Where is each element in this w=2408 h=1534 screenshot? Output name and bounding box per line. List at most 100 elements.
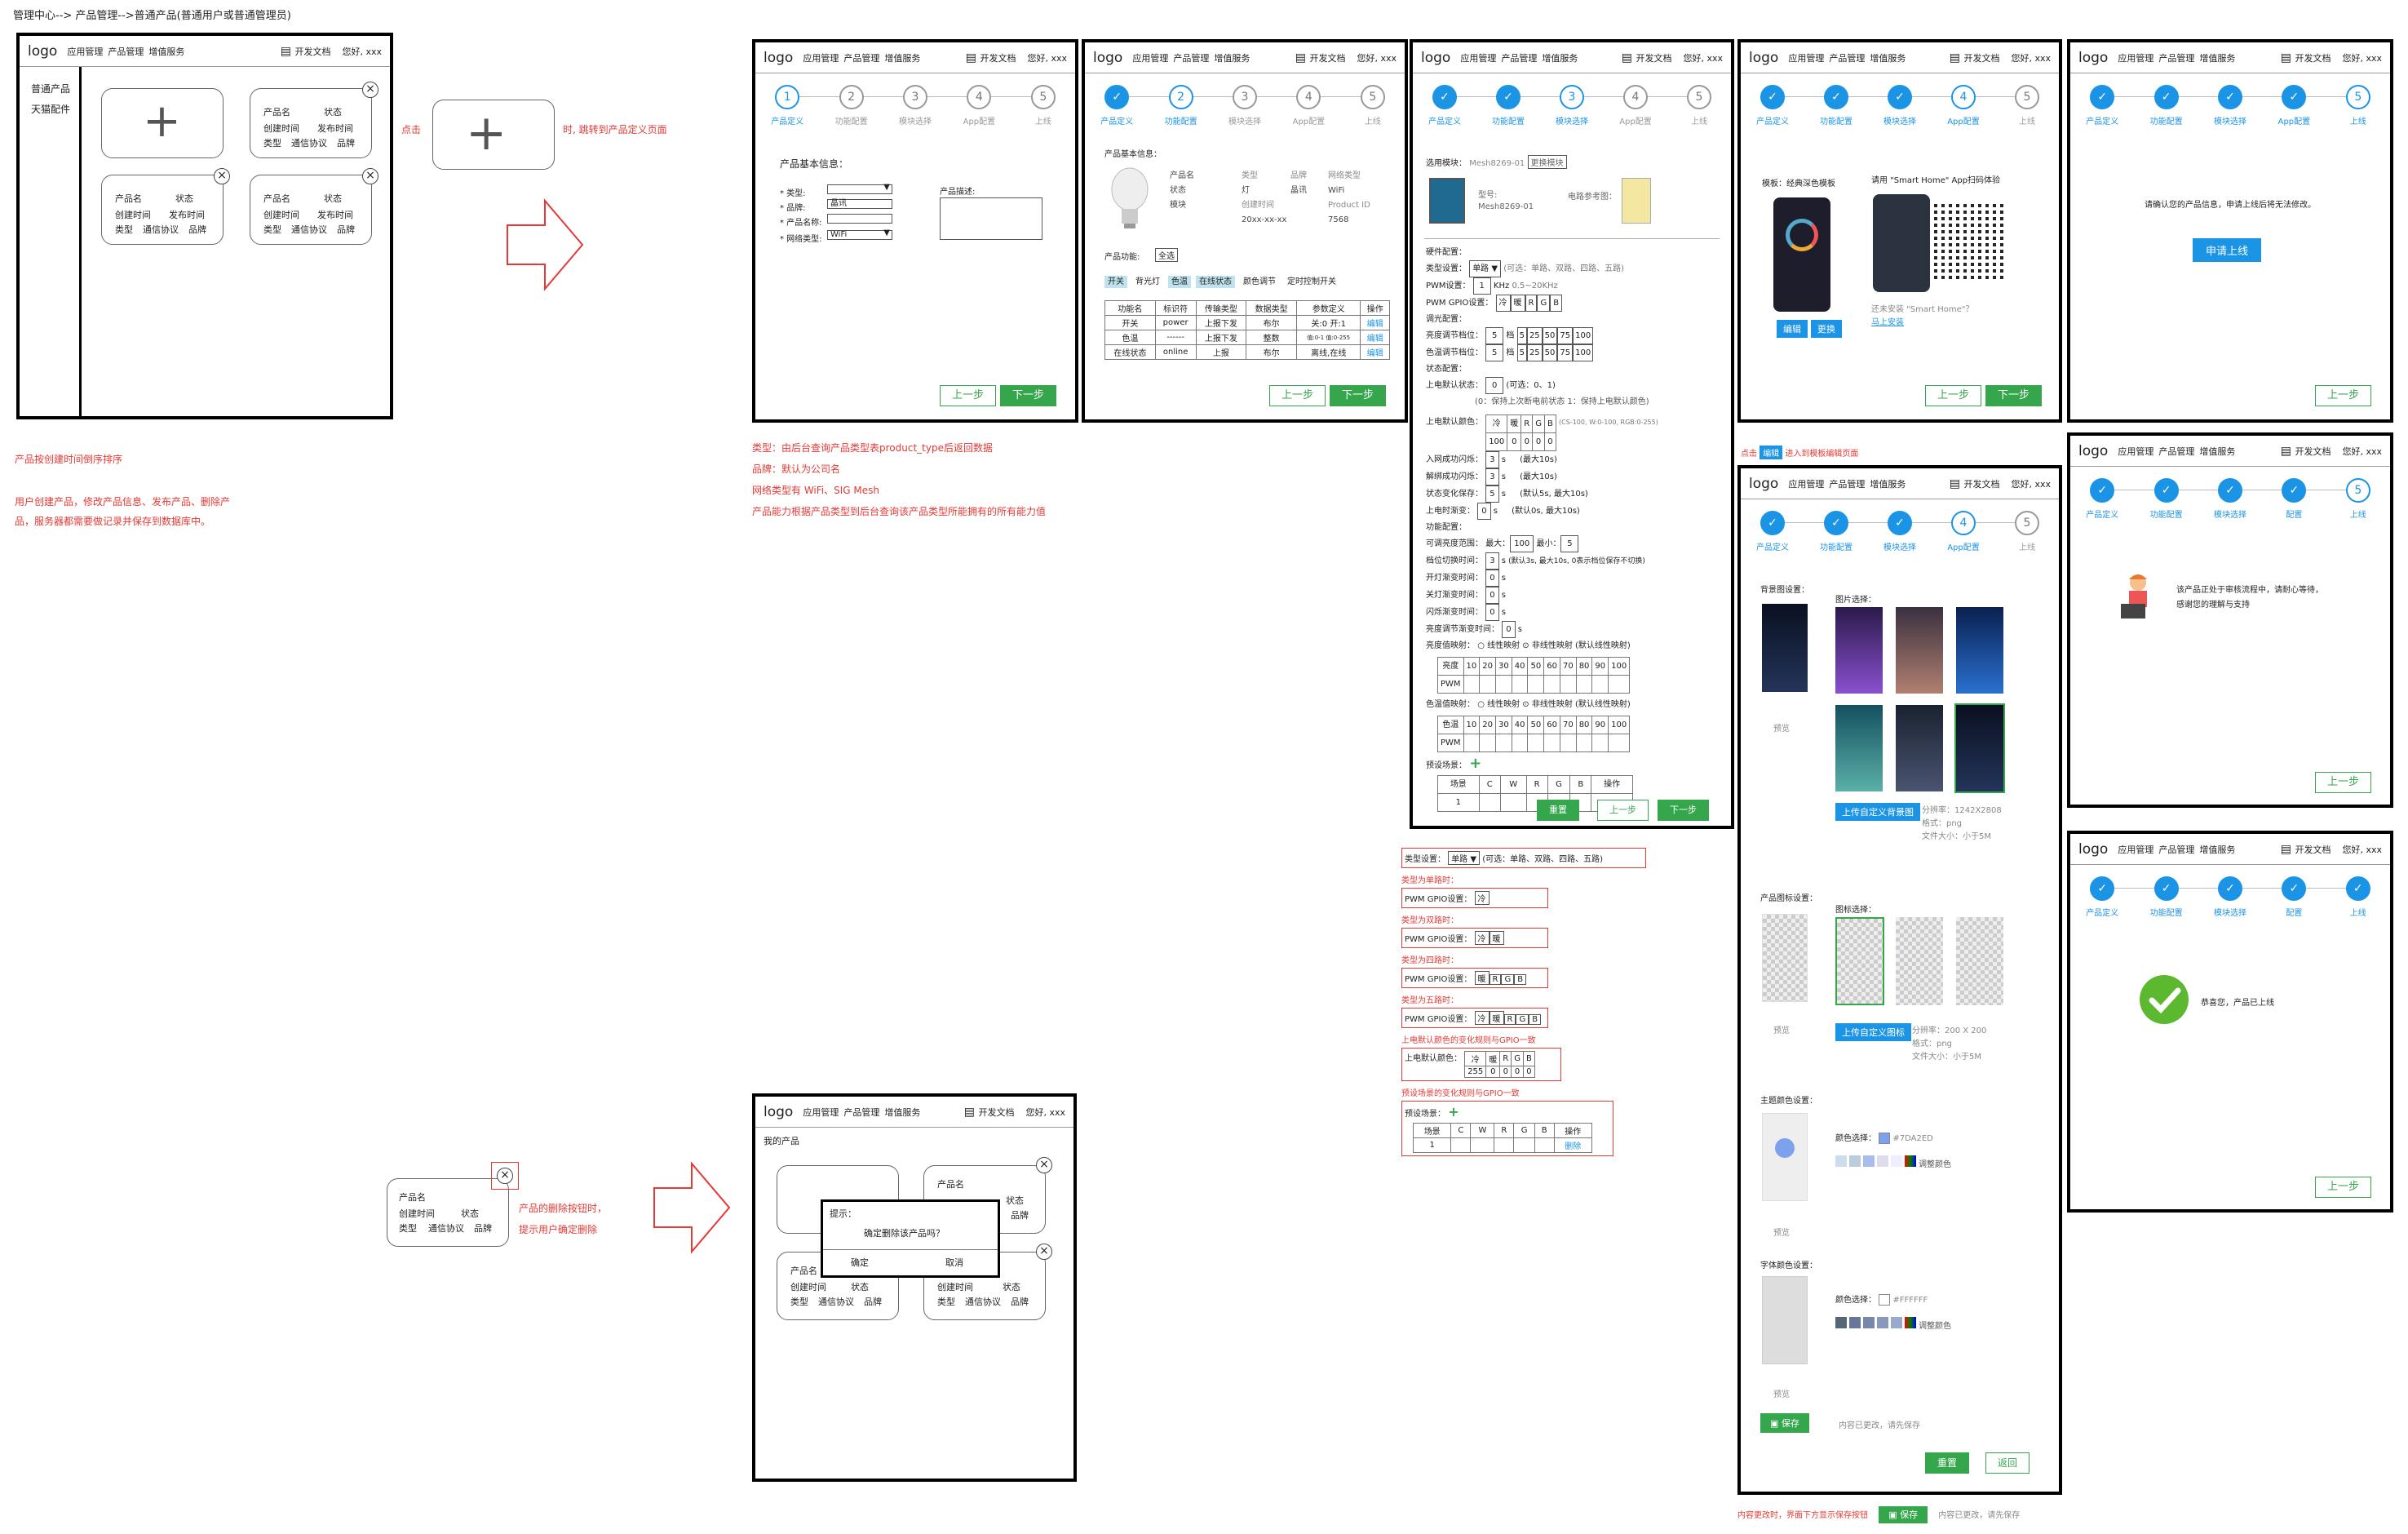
type-select[interactable]: 单路 ▼ xyxy=(1448,851,1481,865)
nav-apps[interactable]: 应用管理 xyxy=(803,1106,839,1119)
doc-link[interactable]: 开发文档 xyxy=(2281,843,2331,856)
nav-services[interactable]: 增值服务 xyxy=(1542,51,1578,64)
curve-cell[interactable] xyxy=(1591,675,1609,694)
close-input[interactable]: 0 xyxy=(1485,587,1499,604)
curve-cell[interactable] xyxy=(1559,734,1577,752)
icon-option-selected[interactable] xyxy=(1835,917,1884,1005)
doc-link[interactable]: 开发文档 xyxy=(1950,51,1999,64)
net-ok-input[interactable]: 3 xyxy=(1485,451,1499,468)
doc-link[interactable]: 开发文档 xyxy=(2281,445,2331,458)
level-cell[interactable]: 100 xyxy=(1573,327,1594,344)
sidebar-item-normal[interactable]: 普通产品 xyxy=(31,82,79,95)
gpio-cell[interactable]: 冷 xyxy=(1474,931,1490,945)
next-button[interactable]: 下一步 xyxy=(1985,385,2043,406)
theme-swatch[interactable] xyxy=(1879,1133,1891,1144)
color-swatch[interactable] xyxy=(1863,1155,1875,1167)
gpio-cell[interactable]: G xyxy=(1537,295,1551,312)
bg-option[interactable] xyxy=(1896,607,1943,694)
doc-link[interactable]: 开发文档 xyxy=(1295,51,1345,64)
bg-option[interactable] xyxy=(1835,607,1883,694)
max-input[interactable]: 100 xyxy=(1510,535,1534,552)
prev-button[interactable]: 上一步 xyxy=(1269,385,1326,406)
product-card[interactable]: 产品名 状态 创建时间 发布时间 类型 通信协议 品牌 xyxy=(250,88,372,158)
doc-link[interactable]: 开发文档 xyxy=(281,45,330,58)
save-button[interactable]: ▣ 保存 xyxy=(1760,1413,1809,1433)
nav-services[interactable]: 增值服务 xyxy=(2199,51,2235,64)
adjust-color-label[interactable]: 调整颜色 xyxy=(1919,1322,1951,1331)
confirm-button[interactable]: 确定 xyxy=(851,1256,869,1269)
next-button[interactable]: 下一步 xyxy=(1330,385,1387,406)
curve-cell[interactable] xyxy=(1527,675,1545,694)
nav-products[interactable]: 产品管理 xyxy=(108,45,144,58)
adjust-color-label[interactable]: 调整颜色 xyxy=(1919,1160,1951,1169)
prev-button[interactable]: 上一步 xyxy=(2315,1177,2372,1198)
net-select[interactable]: WiFi ▼ xyxy=(827,229,892,240)
nav-apps[interactable]: 应用管理 xyxy=(2118,843,2153,856)
curve-cell[interactable] xyxy=(1559,675,1577,694)
doc-link[interactable]: 开发文档 xyxy=(1950,477,1999,490)
edit-link[interactable]: 编辑 xyxy=(1360,330,1390,345)
level-cell[interactable]: 25 xyxy=(1526,327,1543,344)
color-swatch[interactable] xyxy=(1835,1155,1847,1167)
gpio-cell[interactable]: 暖 xyxy=(1510,295,1525,312)
nav-services[interactable]: 增值服务 xyxy=(884,1106,920,1119)
bg-option-selected[interactable] xyxy=(1954,703,2005,793)
curve-cell[interactable] xyxy=(1511,734,1529,752)
prev-button[interactable]: 上一步 xyxy=(1597,800,1649,821)
cancel-button[interactable]: 取消 xyxy=(945,1256,963,1269)
nav-services[interactable]: 增值服务 xyxy=(148,45,184,58)
gpio-cell[interactable]: B xyxy=(1514,974,1527,985)
nav-products[interactable]: 产品管理 xyxy=(2158,51,2194,64)
nav-services[interactable]: 增值服务 xyxy=(2199,445,2235,458)
curve-cell[interactable] xyxy=(1511,675,1529,694)
back-button[interactable]: 返回 xyxy=(1985,1452,2030,1474)
nav-services[interactable]: 增值服务 xyxy=(2199,843,2235,856)
nav-services[interactable]: 增值服务 xyxy=(1870,477,1906,490)
power-on-input[interactable]: 0 xyxy=(1485,377,1504,394)
gpio-cell[interactable]: 暖 xyxy=(1474,971,1490,985)
curve-cell[interactable] xyxy=(1495,675,1512,694)
reset-button[interactable]: 重置 xyxy=(1537,800,1579,821)
edit-button[interactable]: 编辑 xyxy=(1777,320,1808,338)
delete-link[interactable]: 删除 xyxy=(1553,1137,1593,1153)
curve-cell[interactable] xyxy=(1479,734,1497,752)
func-tag[interactable]: 背光灯 xyxy=(1132,276,1163,288)
func-tag[interactable]: 开关 xyxy=(1104,276,1127,288)
gpio-cell[interactable]: 冷 xyxy=(1474,1011,1490,1025)
select-all-button[interactable]: 全选 xyxy=(1155,248,1178,262)
add-scene-icon[interactable]: + xyxy=(1469,755,1481,772)
next-button[interactable]: 下一步 xyxy=(1000,385,1057,406)
download-link[interactable]: 马上安装 xyxy=(1871,315,1904,327)
gpio-cell[interactable]: 冷 xyxy=(1495,295,1511,312)
level-cell[interactable]: 5 xyxy=(1516,327,1527,344)
doc-link[interactable]: 开发文档 xyxy=(1622,51,1671,64)
curve-cell[interactable] xyxy=(1608,734,1631,752)
brand-input[interactable]: 晶讯 xyxy=(827,199,892,209)
on-delay-input[interactable]: 0 xyxy=(1477,503,1491,520)
curve-cell[interactable] xyxy=(1575,734,1593,752)
blink-input[interactable]: 0 xyxy=(1485,604,1499,621)
curve-cell[interactable] xyxy=(1495,734,1512,752)
delete-icon[interactable]: × xyxy=(1036,1157,1052,1173)
nav-products[interactable]: 产品管理 xyxy=(2158,445,2194,458)
func-tag[interactable]: 定时控制开关 xyxy=(1284,276,1339,288)
nav-products[interactable]: 产品管理 xyxy=(1501,51,1537,64)
curve-cell[interactable] xyxy=(1591,734,1609,752)
level-cell[interactable]: 75 xyxy=(1557,344,1574,361)
level-cell[interactable]: 50 xyxy=(1542,344,1558,361)
level-cell[interactable]: 5 xyxy=(1516,344,1527,361)
nav-apps[interactable]: 应用管理 xyxy=(2118,51,2153,64)
prev-button[interactable]: 上一步 xyxy=(940,385,997,406)
level-cell[interactable]: 100 xyxy=(1573,344,1594,361)
change-module-button[interactable]: 更换模块 xyxy=(1527,155,1567,169)
next-button[interactable]: 下一步 xyxy=(1658,800,1709,821)
bright-level-input[interactable]: 5 xyxy=(1485,327,1504,344)
desc-textarea[interactable] xyxy=(940,197,1042,240)
delete-icon[interactable]: × xyxy=(362,82,378,98)
color-swatch[interactable] xyxy=(1877,1317,1888,1328)
color-swatch[interactable] xyxy=(1835,1317,1847,1328)
gpio-cell[interactable]: R xyxy=(1503,1014,1516,1025)
add-product-card[interactable]: + xyxy=(101,88,224,158)
curve-cell[interactable] xyxy=(1543,734,1560,752)
curve-cell[interactable] xyxy=(1543,675,1560,694)
